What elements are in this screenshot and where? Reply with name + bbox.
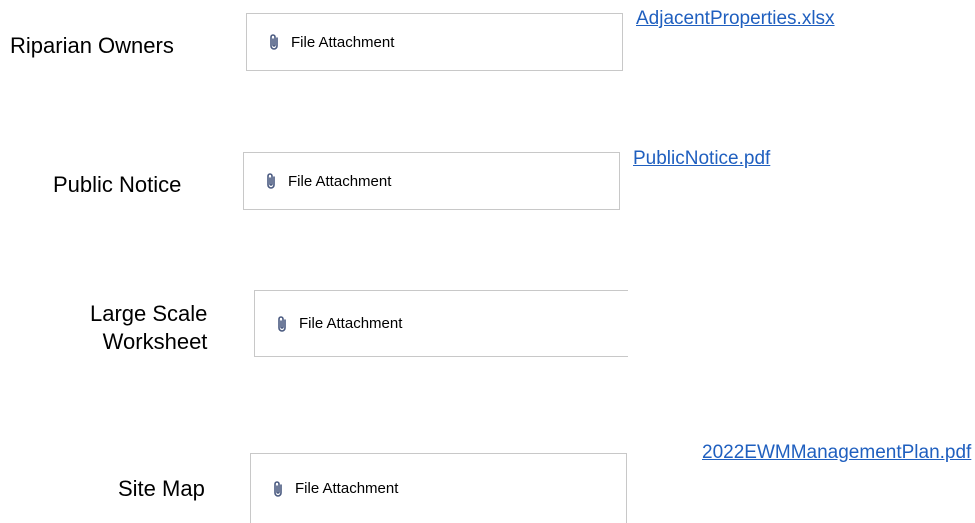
paperclip-icon: [270, 34, 278, 50]
large-scale-worksheet-label: Large Scale Worksheet: [90, 300, 207, 356]
site-map-file-attachment[interactable]: File Attachment: [250, 453, 627, 523]
paperclip-icon: [267, 173, 275, 189]
paperclip-icon: [278, 315, 286, 332]
large-scale-worksheet-file-attachment[interactable]: File Attachment: [254, 290, 628, 357]
public-notice-file-attachment[interactable]: File Attachment: [243, 152, 620, 210]
management-plan-link[interactable]: 2022EWMManagementPlan.pdf: [702, 442, 971, 464]
label-line-2: Worksheet: [102, 329, 208, 354]
paperclip-icon: [274, 480, 282, 497]
file-attachment-label: File Attachment: [299, 315, 403, 332]
site-map-label: Site Map: [118, 476, 205, 501]
file-attachment-label: File Attachment: [291, 33, 395, 51]
public-notice-label: Public Notice: [53, 172, 182, 197]
adjacent-properties-link[interactable]: AdjacentProperties.xlsx: [636, 8, 835, 30]
file-attachment-label: File Attachment: [295, 480, 399, 497]
riparian-owners-label: Riparian Owners: [10, 33, 174, 58]
riparian-owners-file-attachment[interactable]: File Attachment: [246, 13, 623, 71]
file-attachment-label: File Attachment: [288, 172, 392, 190]
label-line-1: Large Scale: [90, 301, 208, 326]
public-notice-link[interactable]: PublicNotice.pdf: [633, 148, 770, 170]
